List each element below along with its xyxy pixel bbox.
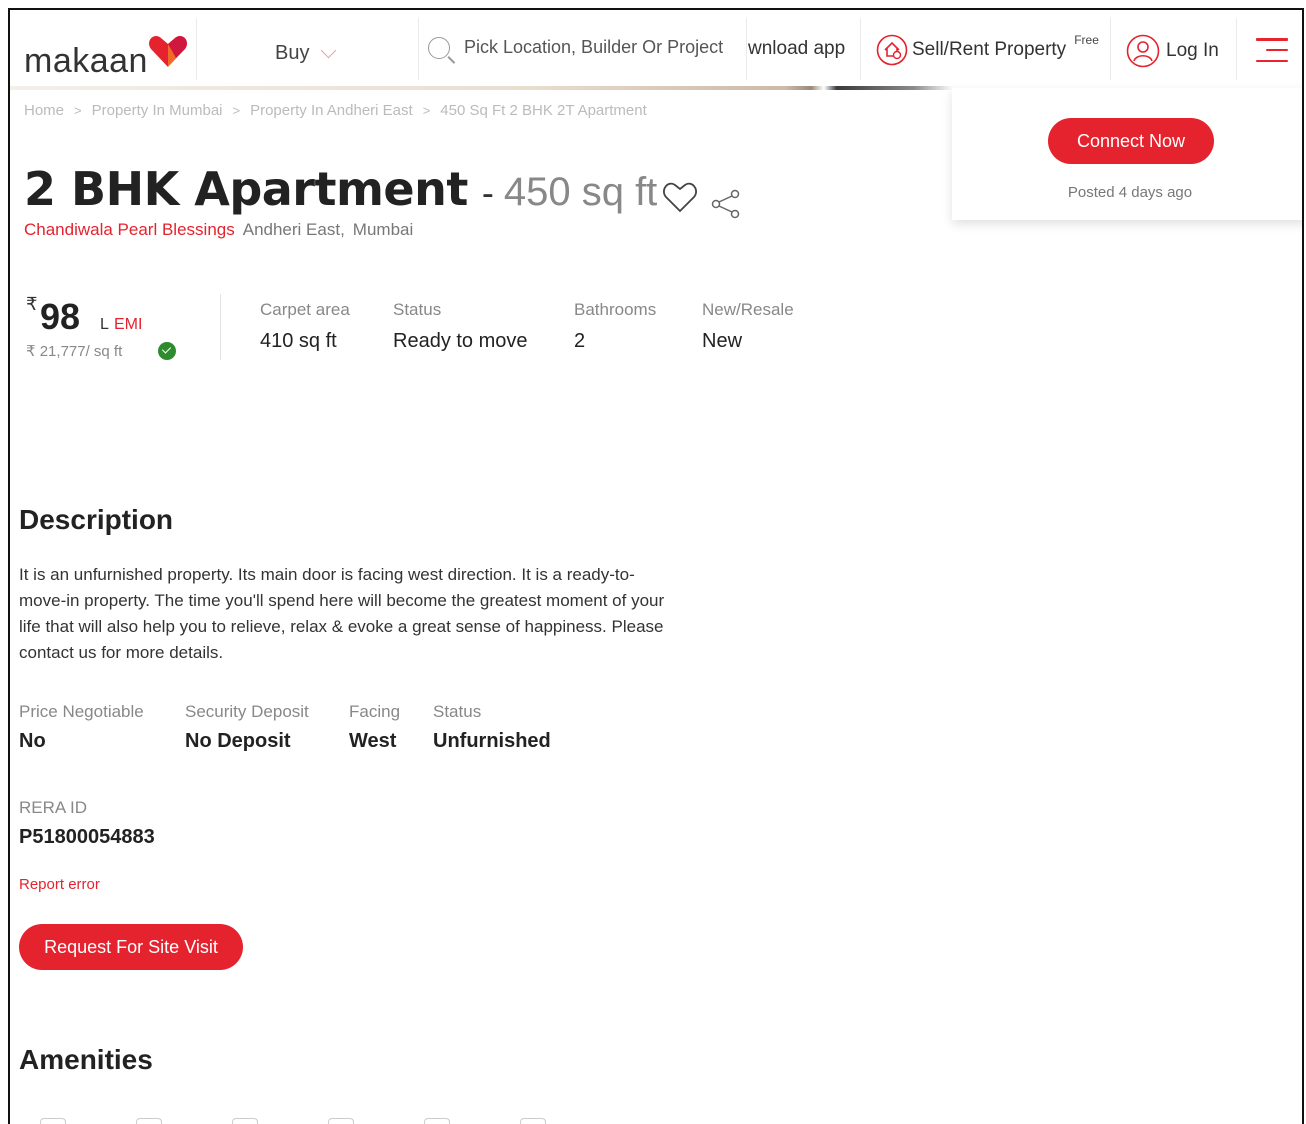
listing-subtitle: Chandiwala Pearl Blessings Andheri East,…: [24, 220, 413, 240]
header-divider: [860, 18, 861, 80]
top-header: makaan Buy wnload app Sell/Rent: [10, 10, 1302, 89]
breadcrumb-separator: >: [74, 103, 82, 118]
detail-furnishing-status: Status Unfurnished: [433, 702, 551, 753]
fact-value: New: [702, 330, 743, 352]
header-divider: [418, 18, 419, 80]
favorite-heart-icon[interactable]: [661, 180, 699, 214]
detail-value: No: [19, 730, 46, 752]
amenity-icons-row: [40, 1118, 546, 1124]
listing-title: 2 BHK Apartment: [24, 162, 468, 216]
breadcrumb-separator: >: [422, 103, 431, 118]
price-per-sqft: ₹ 21,777/ sq ft: [26, 343, 123, 360]
sell-rent-link[interactable]: Sell/Rent Property Free: [876, 33, 1099, 66]
detail-label: Security Deposit: [185, 702, 309, 721]
fact-value: 2: [574, 330, 586, 352]
price-unit: L: [100, 316, 109, 333]
header-divider: [196, 18, 197, 80]
search-bar[interactable]: [428, 36, 736, 59]
page-frame: makaan Buy wnload app Sell/Rent: [8, 8, 1304, 1124]
amenity-icon: [232, 1118, 258, 1124]
detail-facing: Facing West: [349, 702, 400, 753]
price-amount: 98: [40, 296, 81, 337]
fact-carpet-area: Carpet area 410 sq ft: [260, 300, 350, 353]
fact-status: Status Ready to move: [393, 300, 528, 353]
free-badge: Free: [1074, 33, 1099, 47]
rera-label: RERA ID: [19, 798, 88, 817]
breadcrumb-city[interactable]: Property In Mumbai: [92, 102, 223, 119]
share-icon[interactable]: [710, 188, 742, 220]
locality-text: Andheri East,: [242, 220, 345, 239]
fact-label: Bathrooms: [574, 300, 657, 319]
city-text: Mumbai: [352, 220, 414, 239]
breadcrumb: Home > Property In Mumbai > Property In …: [24, 102, 647, 119]
listing-title-row: 2 BHK Apartment - 450 sq ft: [24, 162, 657, 216]
price-trend-down-icon: [158, 342, 176, 360]
fact-label: Carpet area: [260, 300, 350, 319]
project-link[interactable]: Chandiwala Pearl Blessings: [24, 220, 235, 240]
breadcrumb-separator: >: [232, 103, 241, 118]
user-icon: [1126, 34, 1160, 68]
search-icon: [428, 36, 450, 59]
connect-card: Connect Now Posted 4 days ago: [952, 88, 1302, 220]
fact-value: Ready to move: [393, 330, 528, 352]
amenity-icon: [40, 1118, 66, 1124]
header-divider: [746, 18, 747, 80]
amenity-icon: [328, 1118, 354, 1124]
detail-value: Unfurnished: [433, 730, 551, 752]
emi-link[interactable]: EMI: [114, 316, 142, 334]
rera-id: P51800054883: [19, 826, 155, 848]
home-add-icon: [876, 34, 908, 66]
amenities-heading: Amenities: [19, 1044, 153, 1075]
buy-dropdown[interactable]: Buy: [275, 42, 337, 65]
breadcrumb-home[interactable]: Home: [24, 102, 64, 119]
detail-value: West: [349, 730, 397, 752]
fact-bathrooms: Bathrooms 2: [574, 300, 656, 353]
detail-label: Status: [433, 702, 482, 721]
chevron-down-icon: [321, 42, 337, 59]
currency-symbol: ₹: [26, 294, 38, 314]
sell-label: Sell/Rent Property: [912, 39, 1067, 60]
fact-label: New/Resale: [702, 300, 794, 319]
hamburger-menu-icon[interactable]: [1256, 38, 1288, 62]
login-label: Log In: [1166, 40, 1219, 61]
detail-label: Price Negotiable: [19, 702, 144, 721]
price-block: ₹ 98 L EMI ₹ 21,777/ sq ft: [24, 294, 221, 360]
fact-new-resale: New/Resale New: [702, 300, 794, 353]
fact-label: Status: [393, 300, 442, 319]
header-divider: [1236, 18, 1237, 80]
header-divider: [1110, 18, 1111, 80]
site-visit-button[interactable]: Request For Site Visit: [19, 924, 243, 970]
download-app-link[interactable]: wnload app: [748, 38, 845, 60]
search-input[interactable]: [462, 36, 736, 59]
amenity-icon: [424, 1118, 450, 1124]
title-dash: -: [481, 172, 494, 213]
detail-price-negotiable: Price Negotiable No: [19, 702, 144, 753]
breadcrumb-locality[interactable]: Property In Andheri East: [250, 102, 413, 119]
posted-date: Posted 4 days ago: [1067, 184, 1193, 201]
connect-now-button[interactable]: Connect Now: [1048, 118, 1214, 164]
description-heading: Description: [19, 504, 174, 535]
makaan-logo[interactable]: makaan: [24, 28, 194, 80]
logo-text: makaan: [24, 42, 148, 80]
login-link[interactable]: Log In: [1126, 34, 1219, 68]
report-error-link[interactable]: Report error: [19, 876, 100, 893]
fact-value: 410 sq ft: [260, 330, 337, 352]
detail-value: No Deposit: [185, 730, 291, 752]
listing-area: 450 sq ft: [503, 170, 658, 214]
breadcrumb-current: 450 Sq Ft 2 BHK 2T Apartment: [440, 102, 647, 119]
heart-logo-icon: [149, 36, 187, 67]
buy-label: Buy: [275, 42, 310, 64]
amenity-icon: [520, 1118, 546, 1124]
detail-label: Facing: [349, 702, 401, 721]
amenity-icon: [136, 1118, 162, 1124]
description-text: It is an unfurnished property. Its main …: [19, 565, 665, 662]
detail-security-deposit: Security Deposit No Deposit: [185, 702, 309, 753]
